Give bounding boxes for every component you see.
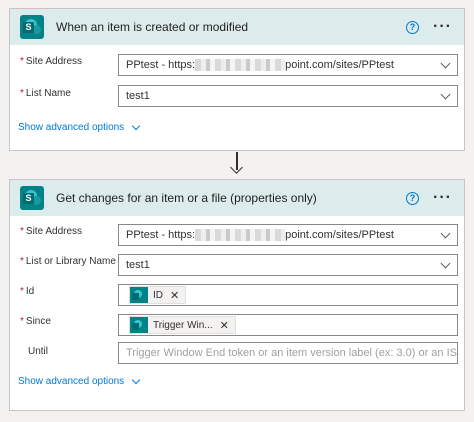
trigger-card-header[interactable]: S When an item is created or modified ? … xyxy=(10,9,464,45)
chevron-down-icon xyxy=(131,121,141,131)
action-card-header[interactable]: S Get changes for an item or a file (pro… xyxy=(10,180,464,216)
remove-token-icon[interactable]: ✕ xyxy=(220,319,229,332)
action-title: Get changes for an item or a file (prope… xyxy=(56,191,317,205)
list-or-library-dropdown[interactable]: test1 xyxy=(118,254,458,276)
more-options-icon[interactable]: ··· xyxy=(433,19,452,35)
show-advanced-options-link[interactable]: Show advanced options xyxy=(18,375,141,387)
list-or-library-value: test1 xyxy=(126,259,150,271)
id-token[interactable]: ID ✕ xyxy=(129,286,187,304)
sharepoint-icon: S xyxy=(20,186,44,210)
until-placeholder: Trigger Window End token or an item vers… xyxy=(126,347,457,359)
help-icon[interactable]: ? xyxy=(406,20,420,34)
since-field[interactable]: Trigger Win... ✕ xyxy=(118,314,458,336)
sharepoint-icon xyxy=(130,317,148,333)
chevron-down-icon[interactable] xyxy=(440,258,451,268)
redacted-blur xyxy=(195,229,286,242)
list-name-value: test1 xyxy=(126,90,150,102)
chevron-down-icon xyxy=(131,375,141,385)
remove-token-icon[interactable]: ✕ xyxy=(170,289,179,302)
list-or-library-label: * List or Library Name xyxy=(20,256,116,267)
chevron-down-icon[interactable] xyxy=(440,228,451,238)
sharepoint-icon: S xyxy=(20,15,44,39)
chevron-down-icon[interactable] xyxy=(440,58,451,68)
until-input[interactable]: Trigger Window End token or an item vers… xyxy=(118,342,458,364)
trigger-title: When an item is created or modified xyxy=(56,20,249,34)
until-label: Until xyxy=(28,346,49,357)
list-name-dropdown[interactable]: test1 xyxy=(118,85,458,107)
more-options-icon[interactable]: ··· xyxy=(433,190,452,206)
since-label: * Since xyxy=(20,316,51,327)
id-label: * Id xyxy=(20,286,35,297)
site-address-value: PPtest - https: point.com/sites/PPtest xyxy=(126,58,394,72)
site-address-value: PPtest - https: point.com/sites/PPtest xyxy=(126,228,394,242)
site-address-dropdown[interactable]: PPtest - https: point.com/sites/PPtest xyxy=(118,224,458,246)
sharepoint-icon xyxy=(130,287,148,303)
help-icon[interactable]: ? xyxy=(406,191,420,205)
id-field[interactable]: ID ✕ xyxy=(118,284,458,306)
site-address-label: * Site Address xyxy=(20,56,83,67)
show-advanced-options-link[interactable]: Show advanced options xyxy=(18,121,141,133)
site-address-label: * Site Address xyxy=(20,226,83,237)
action-card: S Get changes for an item or a file (pro… xyxy=(9,179,465,411)
redacted-blur xyxy=(195,59,286,72)
list-name-label: * List Name xyxy=(20,88,71,99)
chevron-down-icon[interactable] xyxy=(440,89,451,99)
since-token[interactable]: Trigger Win... ✕ xyxy=(129,316,236,334)
arrow-down-icon xyxy=(230,161,243,174)
trigger-card: S When an item is created or modified ? … xyxy=(9,8,465,151)
site-address-dropdown[interactable]: PPtest - https: point.com/sites/PPtest xyxy=(118,54,458,76)
